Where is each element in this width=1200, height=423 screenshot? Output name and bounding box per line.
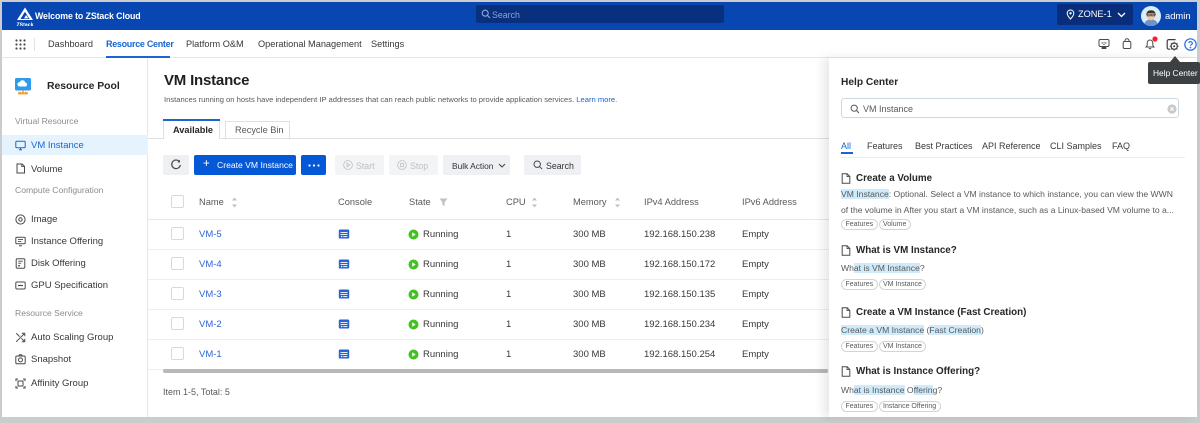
svg-text:ZStack: ZStack <box>16 23 33 27</box>
